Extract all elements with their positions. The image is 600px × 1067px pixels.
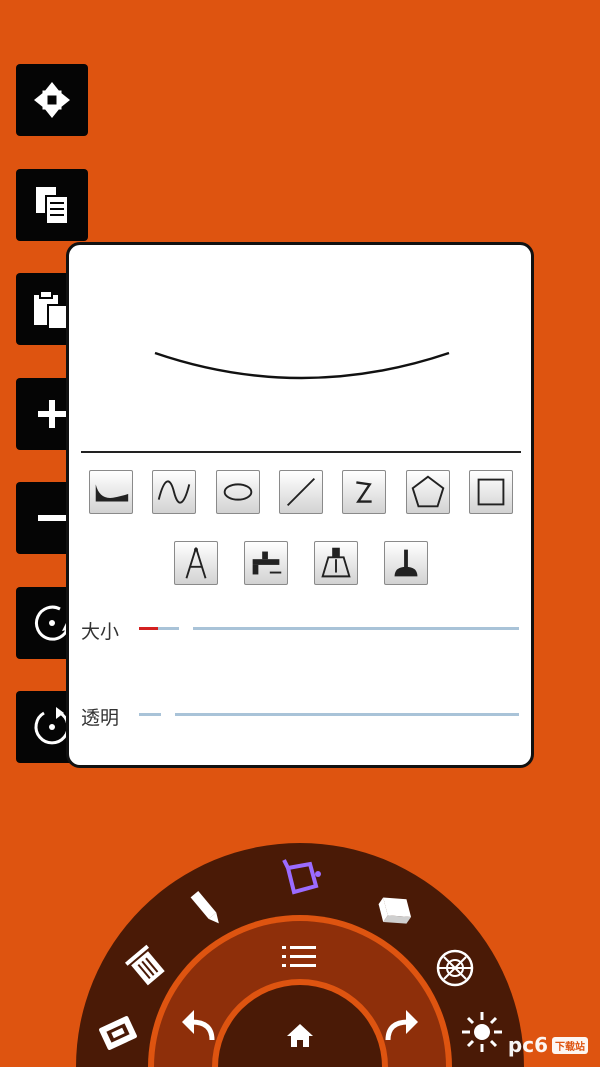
plunger-icon bbox=[394, 549, 418, 577]
stroke-preview bbox=[154, 351, 450, 380]
compass-icon bbox=[185, 547, 207, 579]
shape-square-button[interactable] bbox=[469, 470, 513, 514]
zigzag-icon bbox=[356, 481, 372, 503]
curve-bowl-icon bbox=[95, 484, 129, 502]
watermark-tag: 下载站 bbox=[552, 1036, 588, 1054]
radial-tool-wheel bbox=[76, 843, 524, 1067]
opacity-slider-track[interactable] bbox=[175, 713, 519, 716]
watermark-logo: pc6 下载站 bbox=[508, 1033, 588, 1057]
shape-curve-button[interactable] bbox=[89, 470, 133, 514]
preview-divider bbox=[81, 451, 521, 453]
move-button[interactable] bbox=[16, 64, 88, 136]
compass-tool-button[interactable] bbox=[174, 541, 218, 585]
size-slider-track[interactable] bbox=[193, 627, 519, 630]
shape-pentagon-button[interactable] bbox=[406, 470, 450, 514]
opacity-slider-track-start[interactable] bbox=[139, 713, 161, 716]
plunger-tool-button[interactable] bbox=[384, 541, 428, 585]
ellipse-icon bbox=[223, 483, 253, 501]
brush-settings-panel: 大小 透明 bbox=[66, 242, 534, 768]
move-icon bbox=[34, 82, 70, 118]
copy-button[interactable] bbox=[16, 169, 88, 241]
pentagon-icon bbox=[411, 475, 445, 508]
t-square-tool-button[interactable] bbox=[244, 541, 288, 585]
watermark-text: pc6 bbox=[507, 1033, 548, 1057]
pen-nib-icon bbox=[321, 547, 351, 578]
sine-wave-icon bbox=[157, 480, 191, 504]
copy-icon bbox=[36, 187, 69, 225]
line-icon bbox=[286, 477, 316, 507]
shape-ellipse-button[interactable] bbox=[216, 470, 260, 514]
pen-nib-tool-button[interactable] bbox=[314, 541, 358, 585]
shape-wave-button[interactable] bbox=[152, 470, 196, 514]
square-icon bbox=[477, 478, 505, 506]
size-slider-fill[interactable] bbox=[139, 627, 158, 630]
light-icon[interactable] bbox=[462, 1012, 502, 1052]
shape-line-button[interactable] bbox=[279, 470, 323, 514]
size-label: 大小 bbox=[81, 621, 120, 643]
shape-zigzag-button[interactable] bbox=[342, 470, 386, 514]
opacity-label: 透明 bbox=[81, 707, 120, 729]
t-square-icon bbox=[252, 551, 282, 575]
